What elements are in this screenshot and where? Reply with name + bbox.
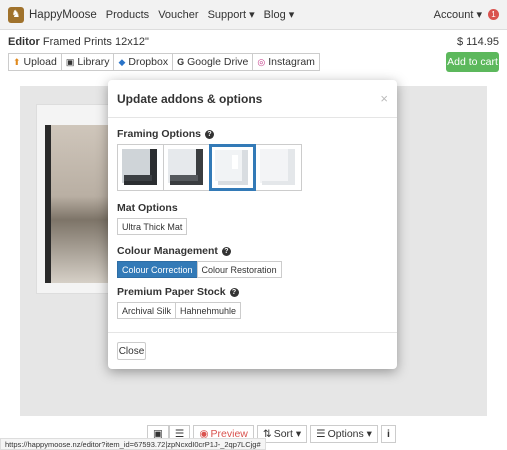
- paper-label: Premium Paper Stock?: [117, 286, 240, 298]
- add-to-cart-button[interactable]: Add to cart: [446, 52, 499, 72]
- colour-label: Colour Management?: [117, 245, 281, 257]
- paper-label-text: Premium Paper Stock: [117, 286, 226, 298]
- ultra-thick-mat-button[interactable]: Ultra Thick Mat: [117, 218, 188, 235]
- options-label: Options ▾: [327, 428, 372, 440]
- list-icon: ☰: [316, 428, 326, 440]
- frame-option-black[interactable]: [117, 144, 164, 191]
- archival-silk-button[interactable]: Archival Silk: [117, 302, 177, 319]
- upload-icon: ⬆: [13, 56, 21, 67]
- frame-edge: [45, 125, 51, 283]
- product-name: Framed Prints 12x12": [42, 36, 149, 48]
- frame-option-light-white[interactable]: [255, 144, 302, 191]
- dropbox-icon: ◆: [118, 56, 126, 67]
- help-icon[interactable]: ?: [221, 246, 231, 256]
- paper-options: Archival Silk Hahnehmuhle: [117, 302, 242, 319]
- options-button[interactable]: ☰ Options ▾: [310, 425, 378, 443]
- dropbox-button[interactable]: ◆ Dropbox: [113, 53, 174, 71]
- white-frame-icon: [212, 147, 253, 188]
- nav-products[interactable]: Products: [106, 9, 149, 21]
- nav-blog-dropdown[interactable]: Blog ▾: [264, 8, 295, 21]
- colour-options: Colour Correction Colour Restoration: [117, 261, 282, 278]
- instagram-button[interactable]: ◎ Instagram: [252, 53, 320, 71]
- upload-label: Upload: [23, 56, 57, 68]
- colour-label-text: Colour Management: [117, 245, 218, 257]
- source-toolbar: ⬆ Upload ▣ Library ◆ Dropbox G Google Drive …: [8, 53, 320, 71]
- editor-title: Editor Framed Prints 12x12": [8, 36, 149, 50]
- framing-label: Framing Options?: [117, 128, 301, 140]
- modal-title: Update addons & options: [117, 91, 263, 106]
- mat-options: Ultra Thick Mat: [117, 218, 188, 235]
- editor-label: Editor: [8, 36, 40, 48]
- moose-logo-icon[interactable]: ♞: [8, 6, 24, 23]
- hahnehmuhle-button[interactable]: Hahnehmuhle: [175, 302, 242, 319]
- framing-label-text: Framing Options: [117, 128, 201, 140]
- status-bar-url: https://happymoose.nz/editor?item_id=675…: [0, 438, 266, 450]
- account-dropdown[interactable]: Account ▾: [434, 8, 482, 21]
- product-price: $ 114.95: [456, 36, 499, 48]
- light-white-frame-icon: [258, 147, 299, 188]
- addons-modal: Update addons & options × Framing Option…: [108, 80, 397, 369]
- google-icon: G: [177, 57, 185, 67]
- google-drive-button[interactable]: G Google Drive: [172, 53, 254, 71]
- paper-section: Premium Paper Stock? Archival Silk Hahne…: [117, 286, 242, 319]
- dark-grey-frame-icon: [166, 147, 207, 188]
- modal-footer: Close: [108, 332, 397, 369]
- instagram-label: Instagram: [268, 56, 315, 68]
- dropbox-label: Dropbox: [128, 56, 169, 68]
- black-frame-icon: [120, 147, 161, 188]
- google-drive-label: Google Drive: [187, 56, 249, 68]
- upload-button[interactable]: ⬆ Upload: [8, 53, 62, 71]
- help-icon[interactable]: ?: [205, 129, 214, 139]
- nav-voucher[interactable]: Voucher: [158, 9, 198, 21]
- help-icon[interactable]: ?: [229, 287, 239, 297]
- framing-section: Framing Options?: [117, 128, 302, 191]
- image-icon: ▣: [65, 56, 75, 67]
- top-navbar: ♞ HappyMoose Products Voucher Support ▾ …: [0, 0, 507, 30]
- editor-header: Editor Framed Prints 12x12" $ 114.95: [8, 36, 499, 50]
- frame-option-white[interactable]: [209, 144, 256, 191]
- colour-section: Colour Management? Colour Correction Col…: [117, 245, 282, 278]
- sort-label: Sort ▾: [273, 428, 302, 440]
- mat-label: Mat Options: [117, 202, 178, 214]
- brand-name[interactable]: HappyMoose: [29, 9, 97, 21]
- framing-options: [117, 144, 302, 191]
- instagram-icon: ◎: [257, 56, 266, 67]
- info-button[interactable]: i: [380, 425, 396, 443]
- notification-badge[interactable]: 1: [488, 9, 499, 20]
- frame-option-dark-grey[interactable]: [163, 144, 210, 191]
- library-button[interactable]: ▣ Library: [60, 53, 115, 71]
- modal-header: Update addons & options ×: [108, 80, 397, 118]
- close-button[interactable]: Close: [117, 342, 146, 360]
- library-label: Library: [77, 56, 110, 68]
- close-icon[interactable]: ×: [380, 91, 388, 106]
- colour-restoration-button[interactable]: Colour Restoration: [196, 261, 282, 278]
- mat-section: Mat Options Ultra Thick Mat: [117, 202, 188, 235]
- nav-support-dropdown[interactable]: Support ▾: [208, 8, 255, 21]
- colour-correction-button[interactable]: Colour Correction: [117, 261, 198, 278]
